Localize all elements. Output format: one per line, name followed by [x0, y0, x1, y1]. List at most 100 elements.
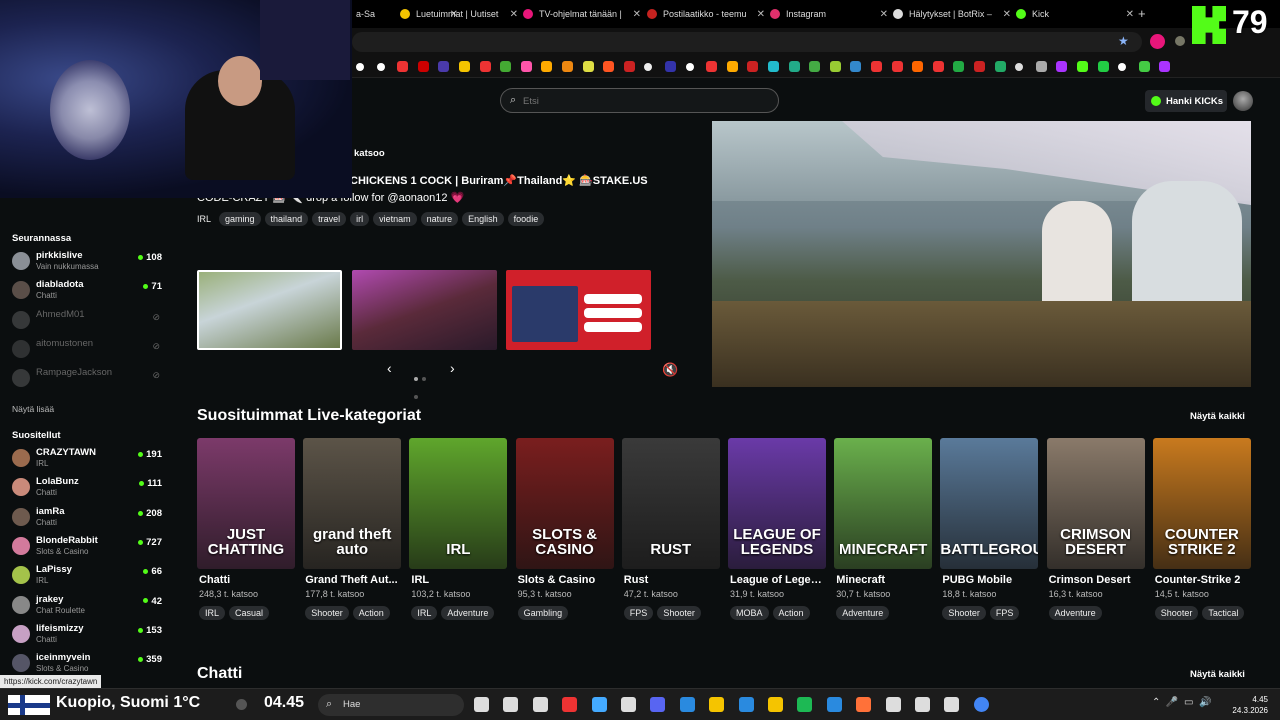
category-tag[interactable]: Tactical: [1202, 606, 1245, 620]
category-card[interactable]: grand theft auto Grand Theft Aut... 177,8 …: [303, 438, 402, 621]
bookmark-icon[interactable]: [417, 61, 429, 72]
category-tag[interactable]: FPS: [989, 606, 1020, 620]
taskbar-app-icon[interactable]: [944, 697, 960, 712]
sidebar-channel[interactable]: aitomustonen ⊘: [12, 338, 162, 364]
sidebar-channel[interactable]: lifeismizzy Chatti 153: [12, 623, 162, 649]
browser-tab[interactable]: Hälytykset | BotRix – ✕: [893, 4, 1011, 24]
category-art[interactable]: grand theft auto: [303, 438, 402, 569]
tab-close-icon[interactable]: ✕: [1003, 9, 1011, 20]
taskbar-app-icon[interactable]: [503, 697, 519, 712]
category-name[interactable]: League of Legen...: [730, 574, 826, 586]
browser-tab[interactable]: Luetuimmat | Uutiset ✕: [400, 4, 518, 24]
category-card[interactable]: JUST CHATTING Chatti 248,3 t. katsoo IRL Cas…: [197, 438, 295, 621]
bookmark-icon[interactable]: [562, 61, 573, 72]
category-tag[interactable]: Action: [352, 606, 390, 620]
carousel-thumb[interactable]: [197, 270, 342, 350]
category-card[interactable]: CRIMSON DESERT Crimson Desert 16,3 t. kats…: [1046, 438, 1145, 621]
category-art[interactable]: COUNTER STRIKE 2: [1152, 438, 1251, 569]
sidebar-channel[interactable]: jrakey Chat Roulette 42: [12, 594, 162, 620]
browser-tab[interactable]: Kick ✕: [1016, 4, 1134, 24]
url-field[interactable]: [352, 32, 1142, 52]
category-name[interactable]: Counter-Strike 2: [1155, 574, 1251, 586]
bookmark-icon[interactable]: [541, 61, 553, 72]
bookmark-icon[interactable]: [829, 61, 841, 72]
bookmark-icon[interactable]: [891, 61, 903, 72]
sidebar-channel[interactable]: pirkkislive Vain nukkumassa 108: [12, 250, 162, 276]
taskbar-app-icon[interactable]: [973, 697, 989, 712]
extension-icon[interactable]: [1150, 34, 1165, 49]
taskbar-app-icon[interactable]: [532, 697, 548, 712]
bookmark-icon[interactable]: [479, 61, 491, 72]
bookmark-icon[interactable]: [1015, 63, 1024, 71]
category-name[interactable]: Grand Theft Aut...: [305, 574, 401, 586]
category-tag[interactable]: FPS: [623, 606, 654, 620]
category-art[interactable]: MINECRAFT: [834, 438, 933, 569]
carousel-thumb[interactable]: [506, 270, 651, 350]
category-name[interactable]: Minecraft: [836, 574, 932, 586]
featured-tag[interactable]: vietnam: [373, 212, 417, 226]
user-avatar[interactable]: [1233, 91, 1253, 111]
bookmark-icon[interactable]: [788, 61, 800, 72]
chat-show-all-link[interactable]: Näytä kaikki: [1190, 669, 1245, 680]
bookmark-icon[interactable]: [1159, 61, 1171, 72]
bookmark-icon[interactable]: [644, 63, 653, 71]
bookmark-icon[interactable]: [623, 61, 635, 72]
carousel-thumb[interactable]: [352, 270, 497, 350]
sidebar-channel[interactable]: iamRa Chatti 208: [12, 506, 162, 532]
category-name[interactable]: Rust: [624, 574, 720, 586]
category-art[interactable]: JUST CHATTING: [197, 438, 295, 569]
bookmark-icon[interactable]: [974, 61, 985, 72]
bookmark-icon[interactable]: [397, 61, 409, 72]
taskbar-app-icon[interactable]: [679, 697, 695, 712]
bookmark-icon[interactable]: [1118, 63, 1127, 71]
tab-close-icon[interactable]: ✕: [1126, 9, 1134, 20]
get-kicks-button[interactable]: Hanki KICKs: [1145, 90, 1227, 112]
taskbar-clock[interactable]: 4.45 24.3.2026: [1224, 694, 1268, 716]
category-tag[interactable]: Shooter: [1154, 606, 1199, 620]
taskbar-app-icon[interactable]: [826, 697, 842, 712]
bookmark-icon[interactable]: [1138, 61, 1150, 72]
category-name[interactable]: Slots & Casino: [518, 574, 614, 586]
category-card[interactable]: IRL IRL 103,2 t. katsoo IRL Adventure: [409, 438, 508, 621]
featured-tag[interactable]: travel: [312, 212, 347, 226]
sidebar-channel[interactable]: AhmedM01 ⊘: [12, 309, 162, 335]
sidebar-channel[interactable]: LolaBunz Chatti 111: [12, 476, 162, 502]
bookmark-icon[interactable]: [438, 61, 450, 72]
bookmark-icon[interactable]: [603, 61, 615, 72]
category-name[interactable]: Chatti: [199, 574, 295, 586]
featured-tag[interactable]: nature: [420, 212, 459, 226]
category-art[interactable]: CRIMSON DESERT: [1046, 438, 1145, 569]
featured-video-player[interactable]: [712, 121, 1251, 387]
bookmark-icon[interactable]: [1056, 61, 1068, 72]
bookmark-icon[interactable]: [912, 61, 924, 72]
bookmark-icon[interactable]: [994, 61, 1006, 72]
bookmark-icon[interactable]: [706, 61, 718, 72]
carousel-prev-icon[interactable]: ‹: [387, 360, 392, 376]
category-card[interactable]: SLOTS & CASINO Slots & Casino 95,3 t. kats…: [515, 438, 614, 621]
featured-tag[interactable]: IRL: [197, 212, 211, 226]
search-box[interactable]: ⌕: [500, 88, 779, 113]
taskbar-app-icon[interactable]: [885, 697, 901, 712]
category-tag[interactable]: Shooter: [657, 606, 701, 620]
featured-tag[interactable]: thailand: [264, 212, 309, 226]
sidebar-channel[interactable]: CRAZYTAWN IRL 191: [12, 447, 162, 473]
category-card[interactable]: BATTLEGROUNDS PUBG Mobile 18,8 t. katsoo Sh…: [940, 438, 1039, 621]
show-more-link[interactable]: Näytä lisää: [12, 404, 54, 414]
category-tag[interactable]: Shooter: [942, 606, 986, 620]
tab-close-icon[interactable]: ✕: [633, 9, 641, 20]
bookmark-icon[interactable]: [520, 61, 532, 72]
taskbar-app-icon[interactable]: [709, 697, 725, 712]
bookmark-icon[interactable]: [726, 61, 738, 72]
bookmark-icon[interactable]: [459, 61, 470, 72]
tab-close-icon[interactable]: ✕: [757, 9, 765, 20]
bookmark-icon[interactable]: [747, 61, 759, 72]
category-art[interactable]: RUST: [621, 438, 720, 569]
category-tag[interactable]: Adventure: [441, 606, 495, 620]
taskbar-app-icon[interactable]: [768, 697, 783, 712]
category-art[interactable]: BATTLEGROUNDS: [940, 438, 1039, 569]
taskbar-app-icon[interactable]: [562, 697, 578, 712]
bookmark-icon[interactable]: [665, 61, 676, 72]
taskbar-app-icon[interactable]: [856, 697, 872, 712]
taskbar-app-icon[interactable]: [915, 697, 930, 712]
tab-close-icon[interactable]: ✕: [510, 9, 518, 20]
